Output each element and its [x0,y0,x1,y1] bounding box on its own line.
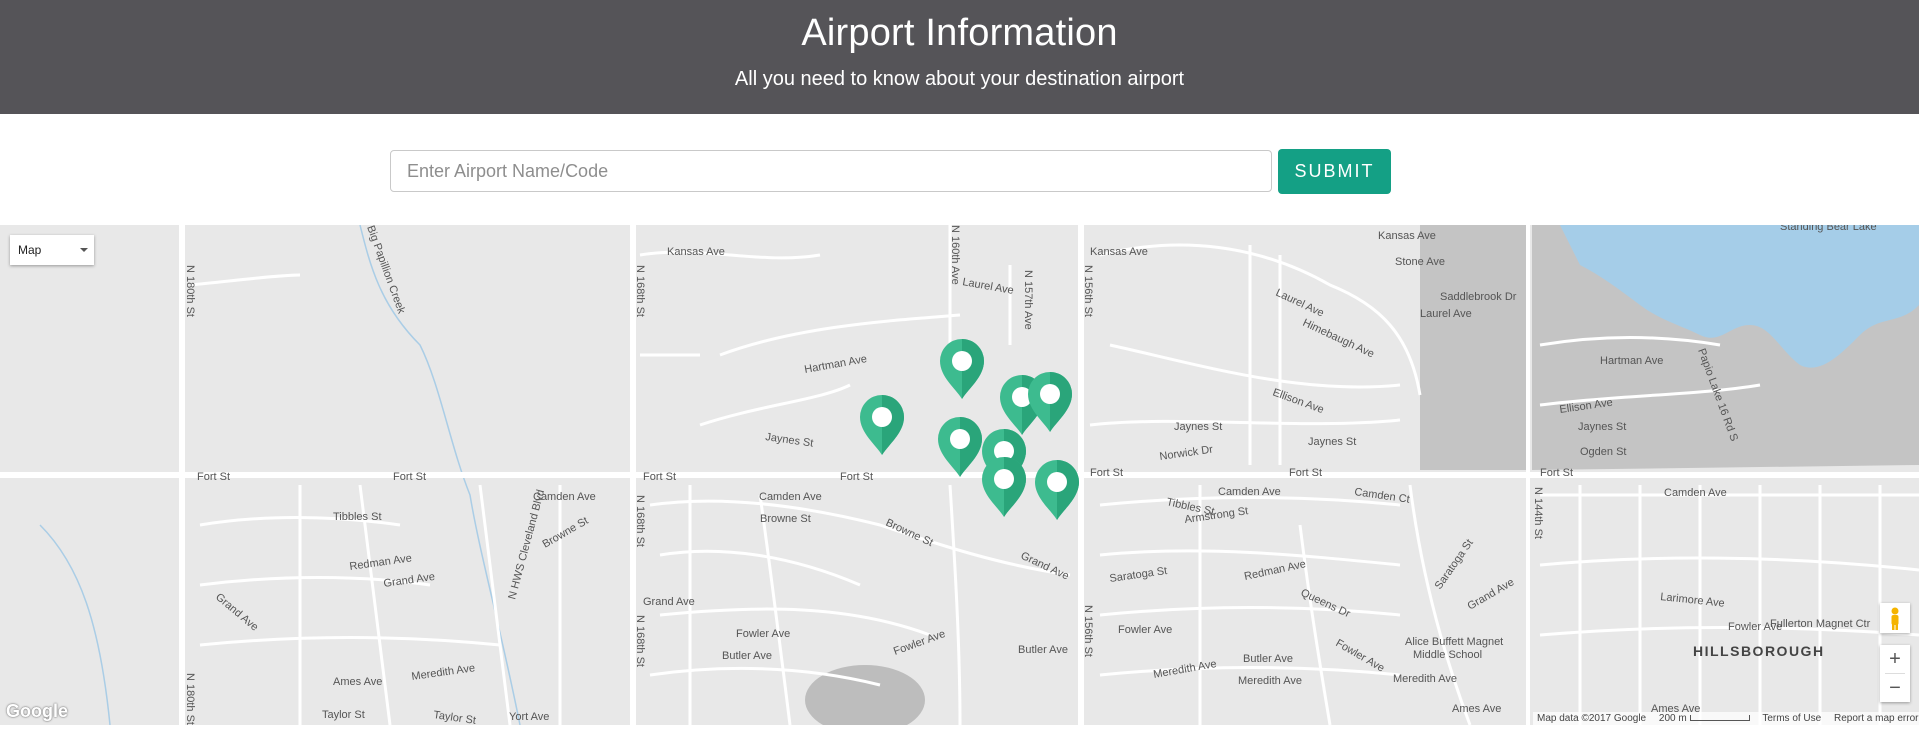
svg-text:Grand Ave: Grand Ave [643,596,695,608]
svg-text:Taylor St: Taylor St [322,709,365,721]
svg-text:Fort St: Fort St [1289,467,1322,479]
svg-text:N 160th Ave: N 160th Ave [949,225,961,285]
svg-text:Meredith Ave: Meredith Ave [1238,675,1302,687]
zoom-out-button[interactable]: − [1880,674,1910,702]
svg-text:N 168th St: N 168th St [634,495,646,547]
map-attribution: Map data ©2017 Google 200 m Terms of Use… [1533,712,1919,725]
svg-text:HILLSBOROUGH: HILLSBOROUGH [1693,643,1825,659]
svg-text:Standing Bear Lake: Standing Bear Lake [1780,225,1877,233]
scale-bar [1689,715,1750,722]
svg-text:Butler Ave: Butler Ave [722,650,772,662]
airport-search-input[interactable] [390,150,1272,192]
zoom-controls: + − [1880,645,1910,702]
map-type-label: Map [18,243,42,257]
svg-text:Kansas Ave: Kansas Ave [1090,246,1148,258]
google-logo: Google [6,701,68,721]
page-title: Airport Information [801,12,1118,54]
svg-text:N 157th Ave: N 157th Ave [1022,270,1034,330]
zoom-in-button[interactable]: + [1880,645,1910,673]
svg-text:Ogden St: Ogden St [1580,446,1626,458]
svg-text:Ames Ave: Ames Ave [333,676,382,688]
map-data-text: Map data ©2017 Google [1537,713,1647,724]
chevron-down-icon [80,248,88,252]
map-view[interactable]: N 180th St N 180th St N 168th St N 168th… [0,225,1919,725]
map-type-selector[interactable]: Map [10,235,94,265]
svg-text:Browne St: Browne St [760,513,811,525]
svg-text:N 180th St: N 180th St [184,265,196,317]
svg-text:N 168th St: N 168th St [634,615,646,667]
svg-text:Fort St: Fort St [643,471,676,483]
svg-text:Camden Ave: Camden Ave [1664,487,1727,499]
svg-text:Meredith Ave: Meredith Ave [1393,673,1457,685]
svg-text:Jaynes St: Jaynes St [1578,421,1626,433]
scale-label: 200 m [1658,713,1687,724]
svg-text:Laurel Ave: Laurel Ave [1420,308,1472,320]
svg-text:Hartman Ave: Hartman Ave [1600,355,1663,367]
svg-text:Fort St: Fort St [840,471,873,483]
svg-text:Stone Ave: Stone Ave [1395,256,1445,268]
svg-text:Fort St: Fort St [1090,467,1123,479]
submit-button[interactable]: SUBMIT [1278,149,1391,194]
svg-text:Butler Ave: Butler Ave [1243,653,1293,665]
svg-text:Ames Ave: Ames Ave [1452,703,1501,715]
terms-link[interactable]: Terms of Use [1762,713,1821,724]
svg-text:Middle School: Middle School [1413,649,1482,661]
svg-text:Jaynes St: Jaynes St [1308,436,1356,448]
svg-text:Camden Ave: Camden Ave [1218,486,1281,498]
svg-text:Fowler Ave: Fowler Ave [736,628,790,640]
svg-text:Alice Buffett Magnet: Alice Buffett Magnet [1405,636,1503,648]
svg-text:N 168th St: N 168th St [634,265,646,317]
svg-text:Yort Ave: Yort Ave [509,711,549,723]
page-header: Airport Information All you need to know… [0,0,1919,114]
svg-text:N 156th St: N 156th St [1082,605,1094,657]
svg-text:Butler Ave: Butler Ave [1018,644,1068,656]
page-subtitle: All you need to know about your destinat… [734,68,1185,90]
svg-text:Kansas Ave: Kansas Ave [667,246,725,258]
svg-text:Saddlebrook Dr: Saddlebrook Dr [1440,291,1517,303]
svg-text:N 180th St: N 180th St [184,673,196,725]
svg-text:Fort St: Fort St [1540,467,1573,479]
svg-text:N 144th St: N 144th St [1532,487,1544,539]
svg-text:N 156th St: N 156th St [1082,265,1094,317]
street-view-pegman-icon[interactable] [1880,603,1910,633]
svg-text:Kansas Ave: Kansas Ave [1378,230,1436,242]
svg-text:Fort St: Fort St [197,471,230,483]
svg-text:Camden Ave: Camden Ave [759,491,822,503]
report-error-link[interactable]: Report a map error [1834,713,1918,724]
svg-text:Jaynes St: Jaynes St [1174,421,1222,433]
svg-text:Tibbles St: Tibbles St [333,511,382,523]
svg-text:Fullerton Magnet Ctr: Fullerton Magnet Ctr [1770,618,1871,630]
svg-text:Fowler Ave: Fowler Ave [1118,624,1172,636]
map-canvas[interactable]: N 180th St N 180th St N 168th St N 168th… [0,225,1919,725]
svg-text:Fort St: Fort St [393,471,426,483]
